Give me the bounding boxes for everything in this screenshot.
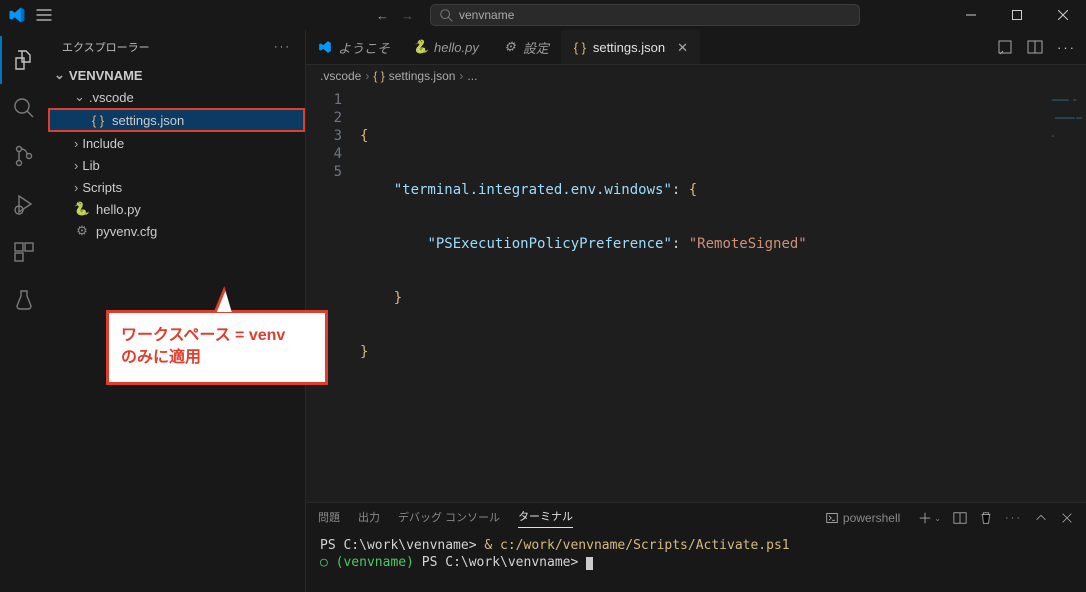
editor-tabs: ようこそ 🐍 hello.py ⚙ 設定 { } settings.json ✕… — [306, 30, 1086, 65]
split-editor-icon[interactable] — [1027, 39, 1043, 55]
split-terminal-icon[interactable] — [953, 511, 967, 525]
window-minimize[interactable] — [948, 0, 994, 30]
search-text: venvname — [459, 8, 514, 22]
code-editor[interactable]: 1 2 3 4 5 { "terminal.integrated.env.win… — [306, 87, 1086, 502]
open-settings-ui-icon[interactable] — [997, 39, 1013, 55]
activity-bar — [0, 30, 48, 592]
explorer-sidebar: エクスプローラー ··· ⌄VENVNAME ⌄.vscode { } sett… — [48, 30, 306, 592]
sidebar-title: エクスプローラー — [62, 39, 150, 55]
tab-settings[interactable]: ⚙ 設定 — [491, 30, 561, 64]
activity-run-debug[interactable] — [0, 180, 48, 228]
layout-customize-icon[interactable] — [920, 7, 940, 23]
line-numbers: 1 2 3 4 5 — [306, 91, 356, 181]
json-file-icon: { } — [90, 113, 106, 128]
title-bar: ← → venvname — [0, 0, 1086, 30]
new-terminal-icon[interactable]: ⌄ — [918, 511, 941, 525]
panel-more-icon[interactable]: ··· — [1005, 512, 1022, 524]
panel-close-icon[interactable] — [1060, 511, 1074, 525]
command-center[interactable]: venvname — [430, 4, 860, 26]
close-tab-icon[interactable]: ✕ — [677, 40, 688, 56]
search-icon — [439, 8, 453, 22]
code-content: { "terminal.integrated.env.windows": { "… — [360, 91, 1086, 397]
activity-testing[interactable] — [0, 276, 48, 324]
layout-panel-bottom-icon[interactable] — [880, 7, 900, 23]
terminal-cursor — [586, 557, 593, 570]
python-icon: 🐍 — [414, 39, 428, 55]
activity-extensions[interactable] — [0, 228, 48, 276]
terminal-content[interactable]: PS C:\work\venvname> & c:/work/venvname/… — [306, 533, 1086, 592]
tree-root[interactable]: ⌄VENVNAME — [48, 64, 305, 86]
activity-source-control[interactable] — [0, 132, 48, 180]
tab-settings-json[interactable]: { } settings.json ✕ — [561, 30, 700, 64]
tree-folder-scripts[interactable]: ›Scripts — [48, 176, 305, 198]
terminal-dropdown[interactable]: powershell — [820, 509, 906, 527]
annotation-callout: ワークスペース = venv のみに適用 — [106, 310, 328, 385]
tree-file-pyvenv-cfg[interactable]: ⚙ pyvenv.cfg — [48, 220, 305, 242]
layout-panel-left-icon[interactable] — [860, 7, 880, 23]
tree-folder-vscode[interactable]: ⌄.vscode — [48, 86, 305, 108]
activity-explorer[interactable] — [0, 36, 48, 84]
activity-search[interactable] — [0, 84, 48, 132]
minimap[interactable]: ▬▬▬▬▬▬▬▬▬▬▬ ▬▬ ▬▬▬▬▬▬▬▬▬▬▬▬▬ ▬▬▬▬ ▬ — [1052, 91, 1082, 145]
gear-icon: ⚙ — [503, 39, 517, 55]
panel-maximize-icon[interactable] — [1034, 511, 1048, 525]
powershell-icon — [826, 512, 838, 524]
tree-folder-include[interactable]: ›Include — [48, 132, 305, 154]
config-file-icon: ⚙ — [74, 223, 90, 239]
nav-back-icon[interactable]: ← — [370, 8, 395, 23]
tree-file-hello-py[interactable]: 🐍 hello.py — [48, 198, 305, 220]
annotation-line1: ワークスペース = venv — [121, 325, 313, 347]
window-maximize[interactable] — [994, 0, 1040, 30]
layout-panel-right-icon[interactable] — [900, 7, 920, 23]
file-tree: ⌄VENVNAME ⌄.vscode { } settings.json ›In… — [48, 64, 305, 242]
panel-tab-output[interactable]: 出力 — [358, 509, 380, 528]
tab-hello-py[interactable]: 🐍 hello.py — [402, 30, 491, 64]
annotation-line2: のみに適用 — [121, 347, 313, 369]
tree-file-settings-json[interactable]: { } settings.json — [48, 108, 305, 132]
breadcrumbs[interactable]: .vscode › { } settings.json › ... — [306, 65, 1086, 87]
root-label: VENVNAME — [69, 68, 143, 83]
panel-tab-terminal[interactable]: ターミナル — [518, 508, 573, 528]
vscode-logo-icon — [8, 6, 26, 24]
nav-forward-icon[interactable]: → — [395, 8, 420, 23]
panel-tab-debug-console[interactable]: デバッグ コンソール — [398, 509, 500, 528]
json-icon: { } — [373, 69, 384, 83]
app-menu-icon[interactable] — [36, 7, 52, 23]
window-close[interactable] — [1040, 0, 1086, 30]
bottom-panel: 問題 出力 デバッグ コンソール ターミナル powershell ⌄ ··· — [306, 502, 1086, 592]
editor-more-icon[interactable]: ··· — [1057, 40, 1076, 55]
json-icon: { } — [573, 40, 587, 55]
tab-welcome[interactable]: ようこそ — [306, 30, 402, 64]
vscode-icon — [318, 40, 332, 54]
sidebar-more-icon[interactable]: ··· — [274, 41, 291, 53]
tree-folder-lib[interactable]: ›Lib — [48, 154, 305, 176]
panel-tab-problems[interactable]: 問題 — [318, 509, 340, 528]
kill-terminal-icon[interactable] — [979, 511, 993, 525]
python-file-icon: 🐍 — [74, 201, 90, 217]
